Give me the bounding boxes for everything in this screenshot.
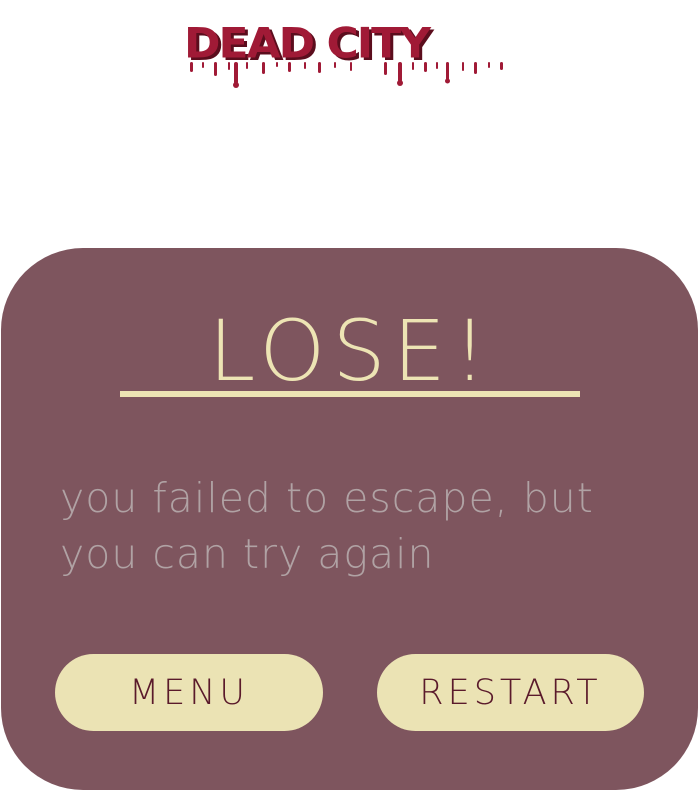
dialog-title: LOSE! [208,302,494,400]
dialog-message: you failed to escape, but you can try ag… [60,474,594,578]
lose-dialog: LOSE! you failed to escape, but you can … [1,248,698,790]
title-underline [120,391,580,397]
menu-button[interactable]: MENU [55,654,323,731]
blood-drip-decoration [190,62,503,88]
restart-button[interactable]: RESTART [377,654,644,731]
game-logo: DEAD CITY [184,18,524,88]
